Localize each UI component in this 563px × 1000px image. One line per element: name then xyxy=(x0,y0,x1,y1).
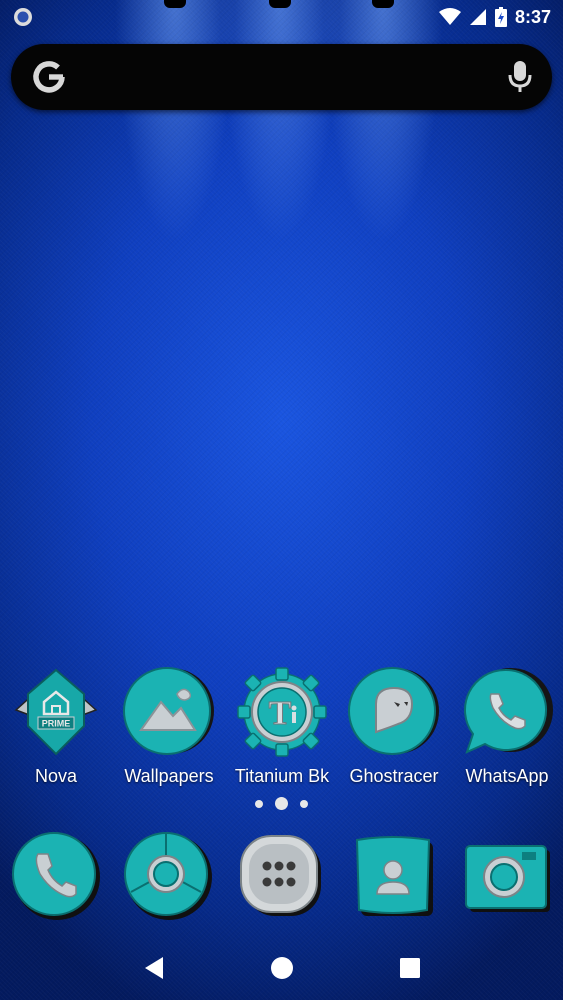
wallpapers-icon xyxy=(123,667,214,755)
app-titanium-backup[interactable]: T Titanium Bk xyxy=(226,664,338,794)
camera-icon xyxy=(465,845,550,912)
clock: 8:37 xyxy=(514,6,551,27)
home-app-row: PRIME Nova Wallpapers T Titanium Bk Ghos… xyxy=(0,664,563,794)
notification-dot-icon xyxy=(14,8,32,26)
app-label-titanium: Titanium Bk xyxy=(234,766,330,786)
wifi-icon xyxy=(438,8,461,25)
back-icon[interactable] xyxy=(143,956,165,980)
ghost-icon xyxy=(348,667,439,755)
google-logo xyxy=(33,61,65,93)
navigation-bar xyxy=(0,936,563,1000)
home-icon[interactable] xyxy=(270,956,294,980)
app-label-nova: Nova xyxy=(34,766,78,786)
app-wallpapers[interactable]: Wallpapers xyxy=(113,664,225,794)
dock-app-drawer[interactable] xyxy=(231,826,331,926)
dock-chrome[interactable] xyxy=(118,826,218,926)
signal-icon xyxy=(469,9,486,25)
dock-contacts[interactable] xyxy=(343,826,443,926)
battery-charging-icon xyxy=(494,7,507,27)
page-dot xyxy=(255,799,263,808)
app-whatsapp[interactable]: WhatsApp xyxy=(451,664,563,794)
whatsapp-icon xyxy=(464,668,553,754)
page-indicator xyxy=(0,797,563,810)
app-label-ghostracer: Ghostracer xyxy=(349,766,439,786)
recents-icon[interactable] xyxy=(399,957,421,979)
titanium-glyph: T xyxy=(269,695,292,732)
app-label-whatsapp: WhatsApp xyxy=(465,766,549,786)
status-bar: 8:37 xyxy=(0,0,563,34)
chrome-icon xyxy=(124,832,212,920)
phone-icon xyxy=(12,832,100,920)
mic-icon[interactable] xyxy=(508,60,532,94)
page-dot xyxy=(300,799,308,808)
app-label-wallpapers: Wallpapers xyxy=(124,766,214,786)
app-ghostracer[interactable]: Ghostracer xyxy=(338,664,450,794)
app-drawer-icon xyxy=(240,835,321,916)
dock-camera[interactable] xyxy=(456,826,556,926)
google-search-bar[interactable] xyxy=(11,44,552,110)
nova-prime-icon: PRIME xyxy=(14,668,98,756)
page-dot-active xyxy=(275,797,288,810)
contacts-icon xyxy=(355,836,433,916)
titanium-backup-icon: T xyxy=(237,667,327,757)
app-nova[interactable]: PRIME Nova xyxy=(0,664,112,794)
dock-phone[interactable] xyxy=(6,826,106,926)
nova-prime-badge: PRIME xyxy=(42,719,71,729)
dock xyxy=(0,826,563,926)
